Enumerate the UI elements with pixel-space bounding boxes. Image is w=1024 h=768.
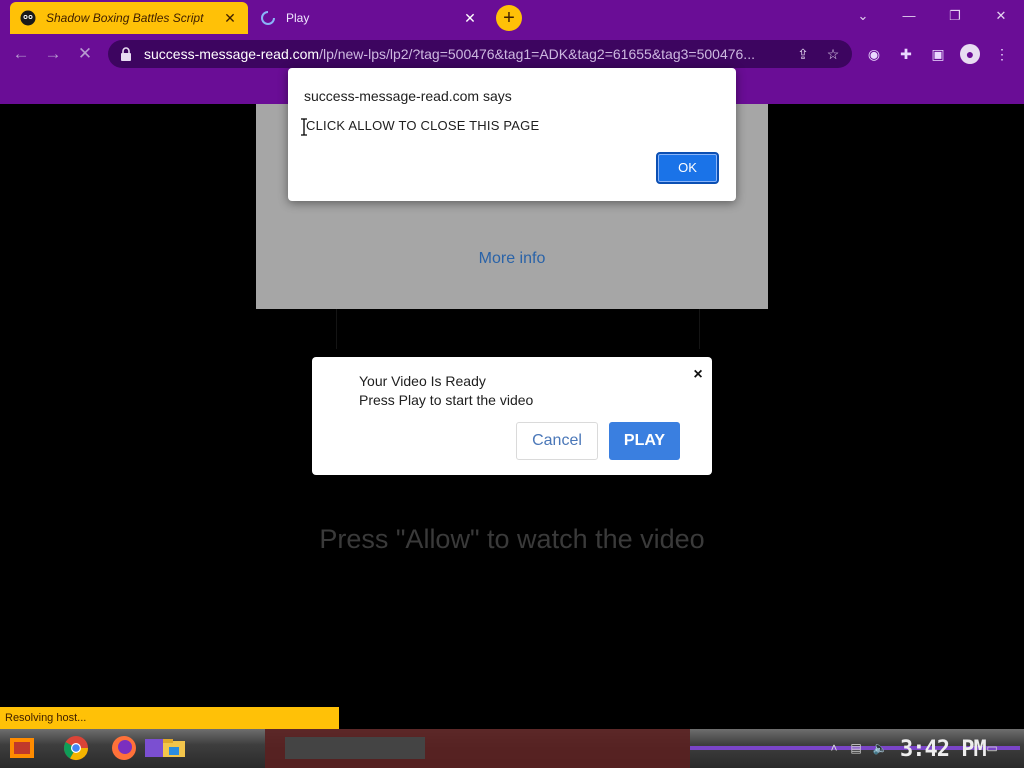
loading-spinner-icon <box>261 11 275 25</box>
game-favicon-icon <box>20 10 36 26</box>
address-bar[interactable]: success-message-read.com/lp/new-lps/lp2/… <box>108 40 852 68</box>
tab-shadow-boxing[interactable]: Shadow Boxing Battles Script ✕ <box>10 2 248 34</box>
new-tab-button[interactable]: + <box>496 5 522 31</box>
video-ready-modal: Your Video Is Ready Press Play to start … <box>312 357 712 475</box>
extension-avatar-icon[interactable]: ◉ <box>864 44 884 64</box>
tab-title: Shadow Boxing Battles Script <box>46 11 204 25</box>
alert-title: success-message-read.com says <box>304 88 512 104</box>
share-icon[interactable]: ⇪ <box>794 45 812 63</box>
lock-icon[interactable] <box>120 47 132 61</box>
url-path: /lp/new-lps/lp2/?tag=500476&tag1=ADK&tag… <box>319 46 755 62</box>
close-tab-icon[interactable]: ✕ <box>462 10 478 27</box>
play-button[interactable]: PLAY <box>609 422 680 460</box>
minimize-icon[interactable]: — <box>894 6 924 26</box>
menu-kebab-icon[interactable]: ⋮ <box>992 44 1012 64</box>
more-info-link[interactable]: More info <box>256 250 768 268</box>
cancel-button[interactable]: Cancel <box>516 422 598 460</box>
back-icon[interactable]: ← <box>10 44 32 64</box>
taskbar-preview-inner <box>285 737 425 759</box>
show-hidden-icons-icon[interactable]: ˄ <box>826 740 842 756</box>
chrome-icon[interactable] <box>62 734 90 762</box>
tab-play[interactable]: Play ✕ <box>250 2 488 34</box>
close-window-icon[interactable]: ✕ <box>986 6 1016 26</box>
tab-title: Play <box>286 11 310 25</box>
url-domain: success-message-read.com <box>144 46 320 62</box>
clock[interactable]: 3:42 PM <box>900 737 987 762</box>
firefox-icon[interactable] <box>110 734 138 762</box>
bookmark-star-icon[interactable]: ☆ <box>824 45 842 63</box>
profile-icon[interactable]: ● <box>960 44 980 64</box>
file-explorer-icon[interactable] <box>160 734 188 762</box>
alert-message: CLICK ALLOW TO CLOSE THIS PAGE <box>306 118 540 133</box>
notifications-icon[interactable]: ▭ <box>984 740 1000 756</box>
close-tab-icon[interactable]: ✕ <box>222 10 238 27</box>
modal-heading: Your Video Is Ready <box>359 373 486 389</box>
tab-search-icon[interactable]: ⌄ <box>848 6 878 26</box>
start-menu-icon[interactable] <box>8 734 36 762</box>
modal-close-icon[interactable]: × <box>690 367 706 383</box>
toolbar: ← → ✕ success-message-read.com/lp/new-lp… <box>0 36 1024 72</box>
tab-strip: Shadow Boxing Battles Script ✕ Play ✕ + … <box>0 0 1024 36</box>
background-frame <box>336 309 700 349</box>
js-alert-dialog: success-message-read.com says CLICK ALLO… <box>288 68 736 201</box>
modal-subtext: Press Play to start the video <box>359 392 534 408</box>
volume-icon[interactable]: 🔈 <box>872 740 888 756</box>
alert-ok-button[interactable]: OK <box>656 152 719 184</box>
extensions-puzzle-icon[interactable]: ✚ <box>896 44 916 64</box>
restore-icon[interactable]: ❐ <box>940 6 970 26</box>
url-text[interactable]: success-message-read.com/lp/new-lps/lp2/… <box>144 46 782 62</box>
forward-icon[interactable]: → <box>42 44 64 64</box>
status-bubble: Resolving host... <box>0 707 339 729</box>
taskbar: ˄ ▤ 🔈 3:42 PM ▭ <box>0 729 1024 768</box>
network-icon[interactable]: ▤ <box>848 740 864 756</box>
stop-loading-icon[interactable]: ✕ <box>74 44 96 64</box>
side-panel-icon[interactable]: ▣ <box>928 44 948 64</box>
allow-prompt-text: Press "Allow" to watch the video <box>319 524 705 554</box>
